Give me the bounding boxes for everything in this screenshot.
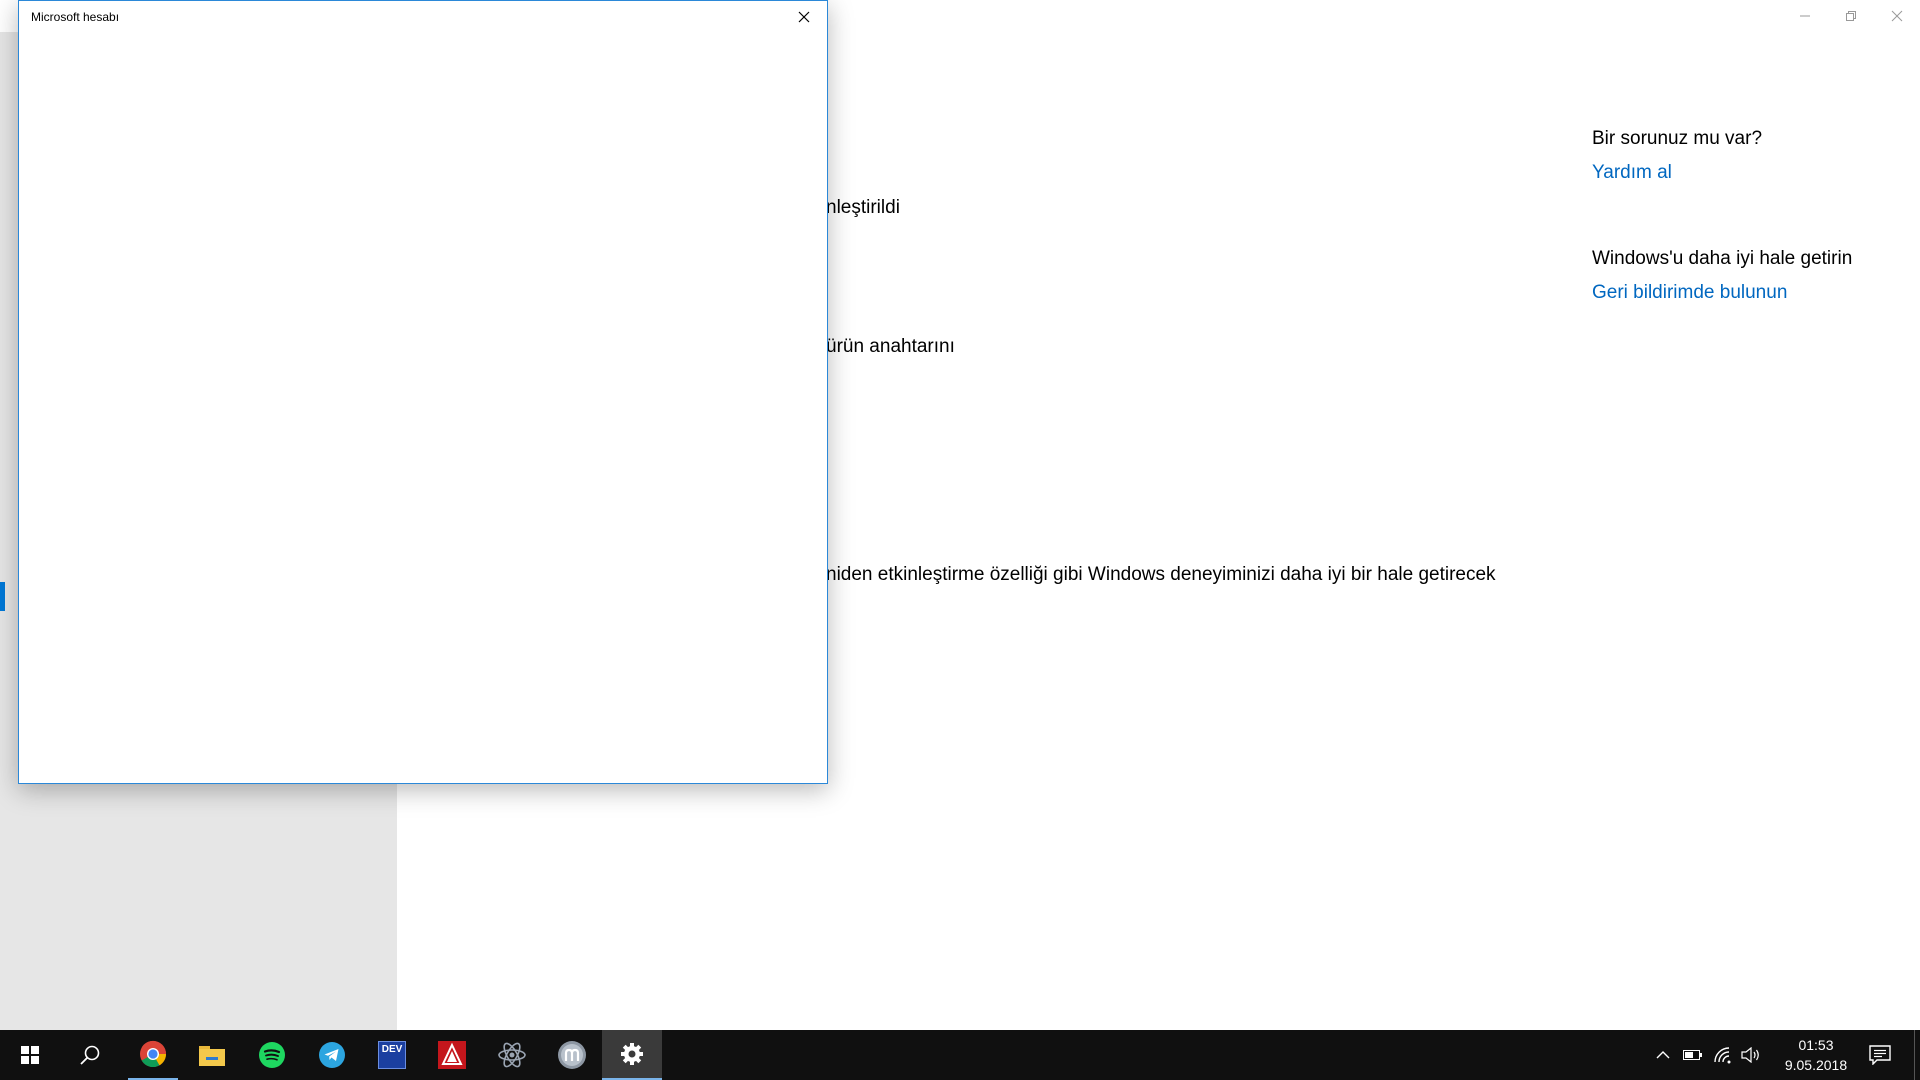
- sidebar-selected-indicator: [0, 582, 5, 611]
- volume-button[interactable]: [1741, 1045, 1761, 1065]
- battery-button[interactable]: [1683, 1045, 1703, 1065]
- autocad-icon: [438, 1041, 466, 1069]
- taskbar-chrome[interactable]: [128, 1030, 178, 1080]
- help-heading: Bir sorunuz mu var?: [1592, 128, 1763, 149]
- chrome-icon: [140, 1040, 167, 1068]
- network-button[interactable]: [1713, 1045, 1733, 1065]
- taskbar-dev-cpp[interactable]: DEV: [362, 1030, 422, 1080]
- taskbar-spotify[interactable]: [242, 1030, 302, 1080]
- window-controls: [1782, 0, 1920, 32]
- dialog-close-button[interactable]: [781, 1, 827, 33]
- close-icon: [1891, 10, 1903, 22]
- dev-cpp-icon: DEV: [378, 1041, 406, 1069]
- microsoft-account-dialog: Microsoft hesabı: [18, 0, 828, 784]
- moodle-icon: [558, 1041, 586, 1069]
- telegram-icon: [319, 1042, 345, 1068]
- clock-time: 01:53: [1798, 1037, 1834, 1053]
- taskbar-atom[interactable]: [482, 1030, 542, 1080]
- taskbar-telegram[interactable]: [302, 1030, 362, 1080]
- taskbar-clock[interactable]: 01:53 9.05.2018: [1768, 1035, 1864, 1075]
- taskbar: DEV 01:53 9.05.2018: [0, 1030, 1920, 1080]
- start-button[interactable]: [0, 1030, 60, 1080]
- get-help-link[interactable]: Yardım al: [1592, 162, 1672, 184]
- battery-icon: [1683, 1050, 1702, 1060]
- restore-icon: [1846, 11, 1856, 21]
- windows-start-icon: [21, 1046, 39, 1064]
- reactivation-info-text: niden etkinleştirme özelliği gibi Window…: [826, 564, 1496, 585]
- search-button[interactable]: [60, 1030, 120, 1080]
- wifi-icon: [1714, 1047, 1731, 1064]
- minimize-icon: [1800, 15, 1810, 17]
- settings-gear-icon: [621, 1043, 643, 1065]
- action-center-button[interactable]: [1868, 1045, 1892, 1065]
- dev-cpp-label: DEV: [381, 1044, 403, 1055]
- show-desktop-button[interactable]: [1914, 1030, 1920, 1080]
- give-feedback-link[interactable]: Geri bildirimde bulunun: [1592, 282, 1787, 304]
- search-icon: [80, 1045, 100, 1065]
- clock-date: 9.05.2018: [1784, 1057, 1848, 1073]
- taskbar-settings[interactable]: [602, 1030, 662, 1080]
- close-window-button[interactable]: [1874, 0, 1920, 32]
- taskbar-moodle[interactable]: [542, 1030, 602, 1080]
- restore-button[interactable]: [1828, 0, 1874, 32]
- close-icon: [798, 11, 810, 23]
- activation-status-text: nleştirildi: [826, 197, 900, 218]
- speaker-icon: [1741, 1047, 1759, 1063]
- show-hidden-icons-button[interactable]: [1653, 1045, 1673, 1065]
- product-key-text: ürün anahtarını: [826, 336, 955, 357]
- notification-icon: [1869, 1045, 1891, 1065]
- dialog-title: Microsoft hesabı: [31, 10, 120, 24]
- improve-windows-heading: Windows'u daha iyi hale getirin: [1592, 248, 1853, 269]
- atom-icon: [498, 1042, 526, 1068]
- minimize-button[interactable]: [1782, 0, 1828, 32]
- chevron-up-icon: [1656, 1051, 1670, 1059]
- taskbar-autocad[interactable]: [422, 1030, 482, 1080]
- file-explorer-icon: [199, 1046, 225, 1066]
- taskbar-file-explorer[interactable]: [182, 1030, 242, 1080]
- spotify-icon: [259, 1042, 285, 1068]
